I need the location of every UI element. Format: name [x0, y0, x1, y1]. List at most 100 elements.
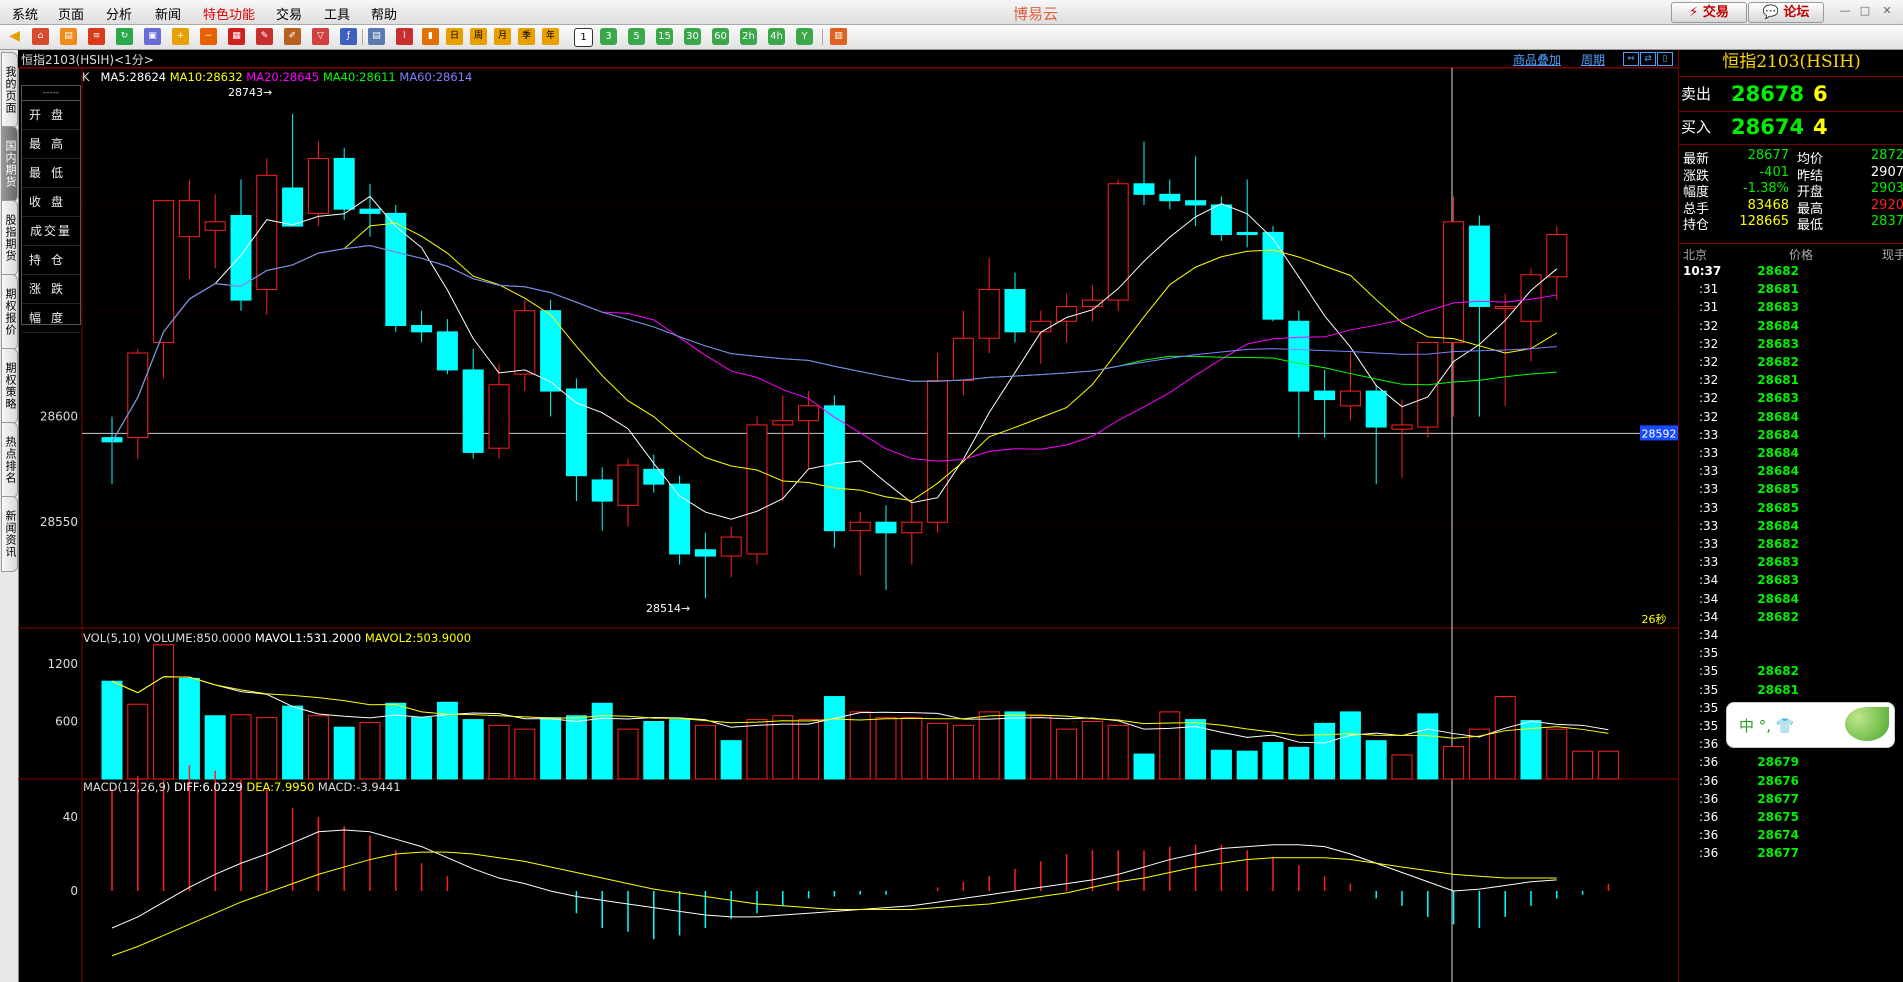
period-2h-button[interactable]: 2h	[740, 28, 757, 45]
overlay-link[interactable]: 商品叠加	[1513, 51, 1561, 68]
quote-panel: 恒指2103(HSIH) 卖出 28678 6 买入 28674 4 最新 286…	[1678, 50, 1903, 982]
candle-body	[1081, 299, 1103, 307]
minimize-icon[interactable]: —	[1836, 3, 1854, 19]
window-icon[interactable]: ▣	[144, 28, 161, 45]
zoom-out-icon[interactable]: −	[200, 28, 217, 45]
tick-price: 28681	[1757, 682, 1799, 697]
menu-system[interactable]: 系统	[12, 4, 38, 23]
tab-news-info[interactable]: 新闻资讯	[1, 496, 18, 572]
stat-value: 2872	[1870, 148, 1903, 163]
candle-body	[952, 337, 974, 382]
sell-row[interactable]: 卖出 28678 6	[1681, 79, 1903, 109]
candle-body	[927, 380, 949, 523]
volume-bar	[1004, 711, 1026, 780]
quarter-period-button[interactable]: 季	[518, 28, 535, 45]
volume-bar	[333, 726, 355, 780]
tick-price: 28682	[1757, 664, 1799, 679]
candle-body	[694, 549, 716, 557]
tick-time: :35	[1699, 646, 1719, 661]
kline-chart[interactable]: 28600 28550 28743→ 28514→ 28592 26秒 1200 600 40 0	[18, 68, 1678, 982]
brush-icon[interactable]: ✐	[284, 28, 301, 45]
tick-price: 28684	[1757, 409, 1799, 424]
menu-analysis[interactable]: 分析	[106, 4, 132, 23]
candle-body	[1443, 221, 1465, 343]
expand-icon[interactable]: ⇔	[1623, 52, 1639, 66]
month-period-button[interactable]: 月	[494, 28, 511, 45]
day-period-button[interactable]: 日	[446, 28, 463, 45]
close-icon[interactable]: ✕	[1878, 3, 1896, 19]
volume-label-600: 600	[55, 714, 78, 728]
period-30min-button[interactable]: 30	[684, 28, 701, 45]
collapse-icon[interactable]: ⇄	[1640, 52, 1656, 66]
home-icon[interactable]: ⌂	[32, 28, 49, 45]
table-icon[interactable]: ▤	[368, 28, 385, 45]
period-1min-button[interactable]: 1	[574, 28, 593, 47]
menu-special[interactable]: 特色功能	[203, 4, 255, 23]
kline-icon[interactable]: ▮	[422, 28, 439, 45]
candle-body	[772, 420, 794, 426]
tick-time: :33	[1699, 555, 1719, 570]
indicator-icon[interactable]: ƒ	[340, 28, 357, 45]
candle-body	[411, 325, 433, 333]
tab-option-strategy[interactable]: 期权策略	[1, 348, 18, 424]
period-link[interactable]: 周期	[1581, 51, 1605, 68]
trade-button[interactable]: ⚡ 交易	[1671, 2, 1747, 23]
tick-price: 28684	[1757, 464, 1799, 479]
calendar-icon[interactable]: ▥	[830, 28, 847, 45]
draw-icon[interactable]: ✎	[256, 28, 273, 45]
buy-row[interactable]: 买入 28674 4	[1681, 112, 1903, 142]
buy-price: 28674	[1731, 115, 1805, 139]
candle-body	[823, 405, 845, 532]
candle-body	[1546, 234, 1568, 278]
line-chart-icon[interactable]: ⌇	[396, 28, 413, 45]
period-60min-button[interactable]: 60	[712, 28, 729, 45]
candle-body	[1288, 320, 1310, 392]
tab-hot-ranking[interactable]: 热点排名	[1, 422, 18, 498]
refresh-icon[interactable]: ↻	[116, 28, 133, 45]
maximize-icon[interactable]: □	[1856, 3, 1874, 19]
candle-body	[385, 212, 407, 326]
tab-option-quotes[interactable]: 期权报价	[1, 274, 18, 350]
candle-body	[669, 483, 691, 555]
floating-widget[interactable]: 中 °, 👕	[1726, 702, 1895, 748]
candle-body	[1133, 183, 1155, 195]
period-year-button[interactable]: Y	[796, 28, 813, 45]
favorite-icon[interactable]: ▤	[60, 28, 77, 45]
quote-symbol-name: 恒指2103(HSIH)	[1722, 52, 1861, 72]
period-5min-button[interactable]: 5	[628, 28, 645, 45]
period-15min-button[interactable]: 15	[656, 28, 673, 45]
tick-time: :36	[1699, 773, 1719, 788]
volume-bar	[643, 720, 665, 780]
menu-help[interactable]: 帮助	[371, 4, 397, 23]
tick-price: 28677	[1757, 846, 1799, 861]
tab-domestic-futures[interactable]: 国内期货	[1, 126, 18, 202]
candle-body	[1236, 231, 1258, 236]
layout-icon[interactable]: ▦	[228, 28, 245, 45]
tick-time: :32	[1699, 355, 1719, 369]
candle-body	[1468, 225, 1490, 307]
tab-my-page[interactable]: 我的页面	[1, 52, 18, 128]
candle-body	[875, 521, 897, 534]
year-period-button[interactable]: 年	[542, 28, 559, 45]
menu-news[interactable]: 新闻	[155, 4, 181, 23]
period-4h-button[interactable]: 4h	[768, 28, 785, 45]
week-period-button[interactable]: 周	[470, 28, 487, 45]
volume-bar	[101, 680, 123, 780]
tab-index-futures[interactable]: 股指期货	[1, 200, 18, 276]
volume-bar	[952, 724, 974, 780]
split-icon[interactable]: ▯	[1657, 52, 1673, 66]
filter-icon[interactable]: ▽	[312, 28, 329, 45]
zoom-in-icon[interactable]: +	[172, 28, 189, 45]
menu-trade[interactable]: 交易	[276, 4, 302, 23]
menu-tools[interactable]: 工具	[324, 4, 350, 23]
menu-page[interactable]: 页面	[58, 4, 84, 23]
tick-time: :35	[1699, 664, 1719, 679]
tick-time: :33	[1699, 518, 1719, 533]
toolbar-separator	[822, 29, 823, 45]
candle-body	[1494, 305, 1516, 309]
volume-bar	[1056, 728, 1078, 780]
news-icon[interactable]: ≡	[88, 28, 105, 45]
back-icon[interactable]: ◀	[6, 28, 23, 45]
period-3min-button[interactable]: 3	[600, 28, 617, 45]
forum-button[interactable]: 💬 论坛	[1748, 2, 1824, 23]
